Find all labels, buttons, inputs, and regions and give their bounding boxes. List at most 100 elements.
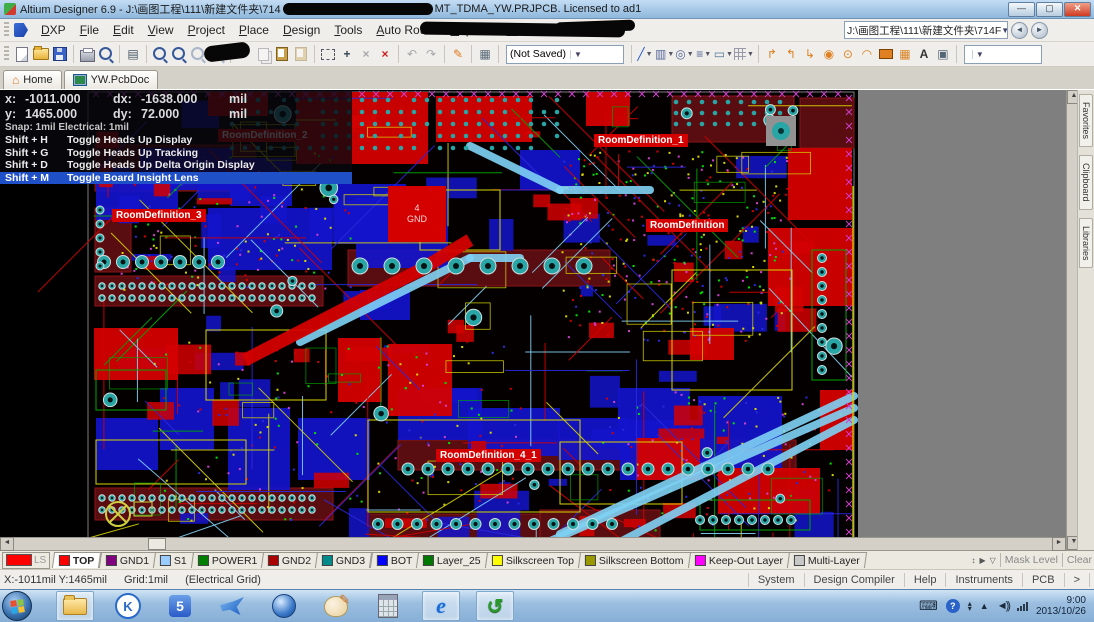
redo-button[interactable]: ↷ <box>422 44 440 64</box>
layer-stack-button[interactable]: ▤ <box>124 44 142 64</box>
layer-tab-gnd1[interactable]: GND1 <box>99 552 156 568</box>
panel-tab-favorites[interactable]: Favorites <box>1079 94 1093 147</box>
address-combo[interactable]: J:\画图工程\111\新建文件夹\714F ▼ <box>844 21 1008 39</box>
capture-button[interactable]: ▦ <box>476 44 494 64</box>
grid-tool-button[interactable]: ▼ <box>734 44 754 64</box>
keyboard-icon[interactable]: ⌨ <box>919 598 938 614</box>
route-track-button[interactable]: ↱ <box>763 44 781 64</box>
place-via-button[interactable]: ⊙ <box>839 44 857 64</box>
ie-browser-button[interactable]: e <box>422 591 460 621</box>
new-file-button[interactable] <box>13 44 31 64</box>
menu-place[interactable]: Place <box>232 21 276 39</box>
filter-funnel-icon[interactable]: ▽ <box>990 556 996 565</box>
menu-tools[interactable]: Tools <box>327 21 369 39</box>
menu-design[interactable]: Design <box>276 21 327 39</box>
k-app-button[interactable]: K <box>110 592 146 620</box>
globe-app-button[interactable] <box>266 592 302 620</box>
place-fill-button[interactable] <box>877 44 895 64</box>
network-signal-icon[interactable] <box>1017 602 1028 611</box>
menu-dxp[interactable]: DXP <box>34 21 73 39</box>
place-array-button[interactable]: ▦ <box>896 44 914 64</box>
save-file-button[interactable] <box>51 44 69 64</box>
undo-button[interactable]: ↶ <box>403 44 421 64</box>
print-preview-button[interactable] <box>97 44 115 64</box>
menu-project[interactable]: Project <box>181 21 232 39</box>
tab-yw-pcbdoc[interactable]: YW.PcbDoc <box>64 70 159 89</box>
layer-tab-power1[interactable]: POWER1 <box>191 552 265 568</box>
green-app-button[interactable]: ↺ <box>476 591 514 621</box>
close-button[interactable]: ✕ <box>1064 2 1091 17</box>
layer-scroll-icon[interactable]: ↕ <box>971 556 975 565</box>
copy-button[interactable] <box>254 44 272 64</box>
statusbar-button-design-compiler[interactable]: Design Compiler <box>804 573 904 587</box>
cancel-button[interactable]: × <box>376 44 394 64</box>
paste-button[interactable] <box>273 44 291 64</box>
menu-file[interactable]: File <box>73 21 106 39</box>
paint-app-button[interactable] <box>318 592 354 620</box>
statusbar-button-system[interactable]: System <box>748 573 804 587</box>
app-5-button[interactable]: 5 <box>162 592 198 620</box>
statusbar-button-instruments[interactable]: Instruments <box>945 573 1021 587</box>
route-diff-button[interactable]: ↳ <box>801 44 819 64</box>
layer-tab-keep-out-layer[interactable]: Keep-Out Layer <box>688 552 790 568</box>
show-hidden-icons[interactable]: ▲ <box>980 601 989 611</box>
horizontal-scrollbar[interactable]: ◄ ► <box>0 537 1066 550</box>
print-button[interactable] <box>78 44 96 64</box>
layer-tab-silkscreen-top[interactable]: Silkscreen Top <box>485 552 581 568</box>
horizontal-scroll-thumb[interactable] <box>148 538 166 550</box>
zoom-window-button[interactable] <box>151 44 169 64</box>
find-similar-button[interactable]: ◎▼ <box>675 44 693 64</box>
clear-button[interactable]: Clear <box>1067 554 1092 566</box>
statusbar-button--[interactable]: > <box>1064 573 1090 587</box>
select-area-button[interactable] <box>319 44 337 64</box>
help-tray-icon[interactable]: ? <box>946 599 960 613</box>
paste-array-button[interactable] <box>292 44 310 64</box>
scroll-left-button[interactable]: ◄ <box>0 537 14 551</box>
menu-view[interactable]: View <box>141 21 181 39</box>
room-definition-label[interactable]: RoomDefinition <box>646 219 728 232</box>
open-file-button[interactable] <box>32 44 50 64</box>
pcb-canvas[interactable]: x: -1011.000 dx: -1638.000 mil y: 1465.0… <box>0 90 1066 537</box>
snap-tool-button[interactable]: ▭▼ <box>714 44 733 64</box>
layer-pair-button[interactable]: ▥▼ <box>655 44 674 64</box>
explorer-button[interactable] <box>56 591 94 621</box>
room-definition-label[interactable]: RoomDefinition_1 <box>594 134 688 147</box>
layer-tab-multi-layer[interactable]: Multi-Layer <box>787 552 867 568</box>
workspace-background[interactable] <box>858 90 1066 537</box>
title-bar[interactable]: Altium Designer 6.9 - J:\画图工程\111\新建文件夹\… <box>0 0 1094 19</box>
layer-tab-bot[interactable]: BOT <box>369 552 419 568</box>
layer-tab-silkscreen-bottom[interactable]: Silkscreen Bottom <box>578 552 691 568</box>
place-component-button[interactable]: ▣ <box>934 44 952 64</box>
variant-combo[interactable]: ▼ <box>964 45 1042 64</box>
language-icon[interactable]: ▴▾ <box>968 601 972 611</box>
layer-tab-s1[interactable]: S1 <box>153 552 194 568</box>
move-selection-button[interactable]: + <box>338 44 356 64</box>
start-button[interactable] <box>2 591 32 621</box>
nav-forward-button[interactable]: ► <box>1031 22 1048 39</box>
clear-filter-button[interactable]: × <box>357 44 375 64</box>
chevron-down-icon[interactable]: ▼ <box>1001 26 1008 35</box>
route-multi-button[interactable]: ↰ <box>782 44 800 64</box>
calculator-button[interactable] <box>370 592 406 620</box>
place-string-button[interactable]: A <box>915 44 933 64</box>
minimize-button[interactable]: — <box>1008 2 1035 17</box>
room-definition-label[interactable]: RoomDefinition_3 <box>112 209 206 222</box>
vertical-scrollbar[interactable]: ▲ ▼ <box>1066 90 1077 550</box>
tab-home[interactable]: ⌂Home <box>3 70 62 89</box>
statusbar-button-pcb[interactable]: PCB <box>1022 573 1064 587</box>
align-tool-button[interactable]: ≡▼ <box>695 44 713 64</box>
room-definition-label[interactable]: RoomDefinition_4_1 <box>436 449 541 462</box>
dxp-icon[interactable] <box>14 23 28 37</box>
panel-tab-clipboard[interactable]: Clipboard <box>1079 155 1093 210</box>
layer-tab-gnd2[interactable]: GND2 <box>261 552 318 568</box>
scroll-right-button[interactable]: ► <box>1052 537 1066 551</box>
layer-tab-layer-25[interactable]: Layer_25 <box>416 552 488 568</box>
layer-next-icon[interactable]: ▶ <box>979 556 985 565</box>
panel-tab-libraries[interactable]: Libraries <box>1079 218 1093 269</box>
volume-icon[interactable]: ◄)) <box>997 600 1009 612</box>
layer-set-button[interactable]: LS <box>2 552 50 569</box>
wire-tool-button[interactable]: ╱▼ <box>636 44 654 64</box>
zoom-area-button[interactable] <box>170 44 188 64</box>
place-pad-button[interactable]: ◉ <box>820 44 838 64</box>
statusbar-button-help[interactable]: Help <box>904 573 946 587</box>
